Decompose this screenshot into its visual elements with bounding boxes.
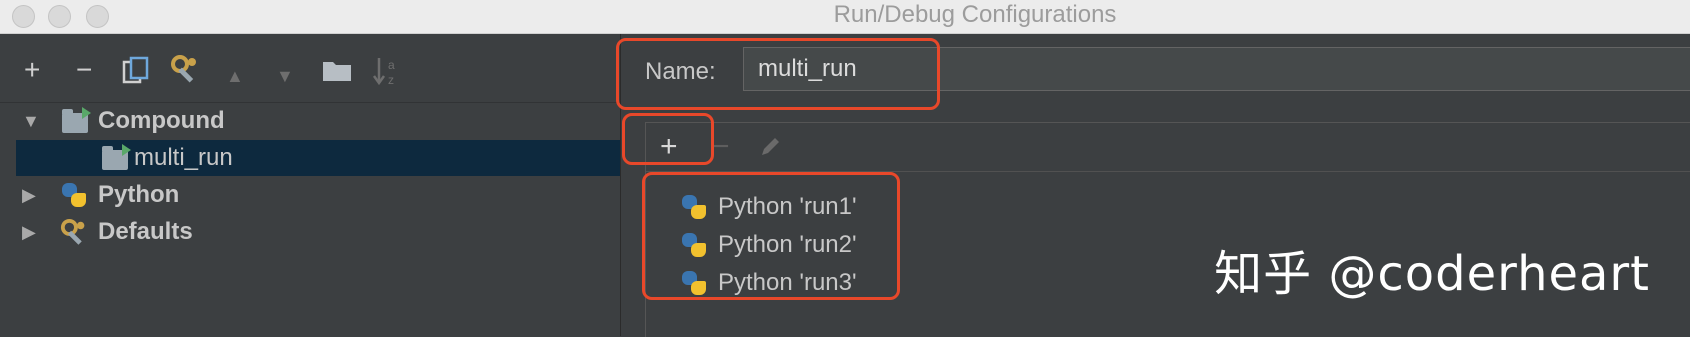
edit-defaults-button[interactable] xyxy=(170,54,202,91)
edit-icon xyxy=(762,138,779,155)
compound-toolbar: + − xyxy=(646,123,1690,172)
tree-node-label: Defaults xyxy=(98,218,193,245)
watermark: 知乎 @coderheart xyxy=(1214,246,1650,302)
tree-node-defaults[interactable]: ▶ Defaults xyxy=(0,214,620,250)
configurations-tree-panel: + − ▲ ▼ a z ▼ Compound multi_run ▶ Pytho… xyxy=(0,34,621,336)
window-title: Run/Debug Configurations xyxy=(833,1,1117,28)
collapsed-arrow-icon[interactable]: ▶ xyxy=(22,185,36,206)
move-down-button[interactable]: ▼ xyxy=(276,62,294,90)
highlight-add-button xyxy=(622,113,714,165)
add-configuration-button[interactable]: + xyxy=(24,56,40,84)
remove-configuration-button[interactable]: − xyxy=(76,56,92,84)
tree-node-label: multi_run xyxy=(134,144,233,171)
title-bar: Run/Debug Configurations xyxy=(0,0,1690,34)
tree-node-python[interactable]: ▶ Python xyxy=(0,177,620,213)
remove-run-configuration-button[interactable]: − xyxy=(712,132,730,162)
edit-run-configuration-button[interactable] xyxy=(758,135,782,165)
expanded-arrow-icon[interactable]: ▼ xyxy=(22,111,40,132)
sort-configurations-button[interactable]: a z xyxy=(372,56,402,93)
move-up-button[interactable]: ▲ xyxy=(226,62,244,90)
tree-node-compound[interactable]: ▼ Compound xyxy=(0,103,620,139)
tree-toolbar: + − ▲ ▼ a z xyxy=(0,34,620,102)
tree-node-multi-run[interactable]: multi_run xyxy=(16,140,620,176)
create-folder-button[interactable] xyxy=(322,58,352,87)
sort-icon: a z xyxy=(372,58,395,87)
folder-icon xyxy=(323,62,351,81)
highlight-configuration-list xyxy=(642,172,900,300)
copy-icon xyxy=(122,56,149,84)
wrench-icon xyxy=(171,55,196,83)
svg-text:a: a xyxy=(388,58,395,72)
tree-node-label: Compound xyxy=(98,107,225,134)
copy-configuration-button[interactable] xyxy=(122,56,150,91)
wrench-icon xyxy=(60,218,90,253)
python-icon xyxy=(62,183,86,207)
tree-node-label: Python xyxy=(98,181,180,208)
collapsed-arrow-icon[interactable]: ▶ xyxy=(22,222,36,243)
svg-text:z: z xyxy=(388,73,394,87)
highlight-name-field xyxy=(616,38,940,110)
